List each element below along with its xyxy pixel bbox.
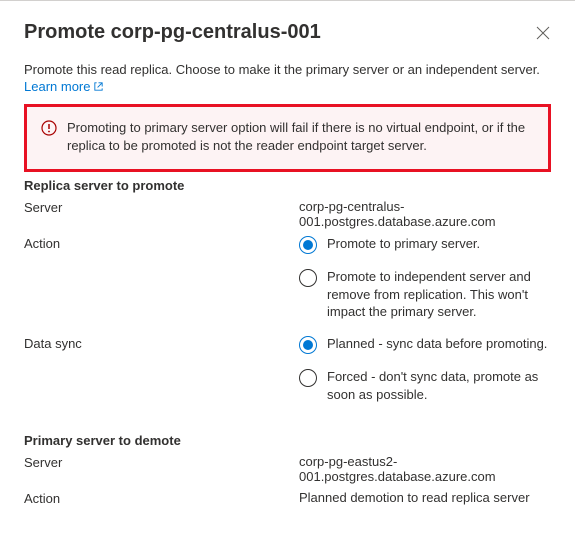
action-option-primary[interactable]: Promote to primary server. bbox=[299, 235, 551, 254]
primary-server-row: Server corp-pg-eastus2-001.postgres.data… bbox=[24, 454, 551, 484]
radio-icon bbox=[299, 236, 317, 254]
warning-alert: Promoting to primary server option will … bbox=[24, 104, 551, 172]
replica-section-title: Replica server to promote bbox=[24, 178, 551, 193]
action-option-independent[interactable]: Promote to independent server and remove… bbox=[299, 268, 551, 321]
learn-more-label: Learn more bbox=[24, 79, 90, 94]
radio-label: Promote to primary server. bbox=[327, 235, 480, 253]
datasync-option-planned[interactable]: Planned - sync data before promoting. bbox=[299, 335, 551, 354]
radio-label: Planned - sync data before promoting. bbox=[327, 335, 547, 353]
replica-server-row: Server corp-pg-centralus-001.postgres.da… bbox=[24, 199, 551, 229]
panel-title: Promote corp-pg-centralus-001 bbox=[24, 21, 321, 44]
action-radio-group: Promote to primary server. Promote to in… bbox=[299, 235, 551, 321]
radio-icon bbox=[299, 336, 317, 354]
error-icon bbox=[41, 120, 57, 136]
learn-more-link[interactable]: Learn more bbox=[24, 79, 104, 94]
close-button[interactable] bbox=[535, 25, 551, 41]
radio-label: Forced - don't sync data, promote as soo… bbox=[327, 368, 551, 403]
replica-action-row: Action Promote to primary server. Promot… bbox=[24, 235, 551, 321]
alert-text: Promoting to primary server option will … bbox=[67, 119, 534, 155]
promote-panel: Promote corp-pg-centralus-001 Promote th… bbox=[0, 0, 575, 506]
panel-content: Promote this read replica. Choose to mak… bbox=[0, 62, 575, 506]
primary-action-row: Action Planned demotion to read replica … bbox=[24, 490, 551, 506]
primary-action-value: Planned demotion to read replica server bbox=[299, 490, 551, 506]
external-link-icon bbox=[93, 81, 104, 92]
panel-header: Promote corp-pg-centralus-001 bbox=[0, 1, 575, 62]
radio-label: Promote to independent server and remove… bbox=[327, 268, 551, 321]
close-icon bbox=[536, 26, 550, 40]
replica-action-label: Action bbox=[24, 235, 299, 321]
replica-server-value: corp-pg-centralus-001.postgres.database.… bbox=[299, 199, 551, 229]
primary-section-title: Primary server to demote bbox=[24, 433, 551, 448]
datasync-radio-group: Planned - sync data before promoting. Fo… bbox=[299, 335, 551, 403]
datasync-label: Data sync bbox=[24, 335, 299, 403]
replica-server-label: Server bbox=[24, 199, 299, 229]
radio-icon bbox=[299, 269, 317, 287]
datasync-row: Data sync Planned - sync data before pro… bbox=[24, 335, 551, 403]
primary-server-label: Server bbox=[24, 454, 299, 484]
primary-action-label: Action bbox=[24, 490, 299, 506]
primary-server-value: corp-pg-eastus2-001.postgres.database.az… bbox=[299, 454, 551, 484]
radio-icon bbox=[299, 369, 317, 387]
intro-text: Promote this read replica. Choose to mak… bbox=[24, 62, 551, 77]
datasync-option-forced[interactable]: Forced - don't sync data, promote as soo… bbox=[299, 368, 551, 403]
